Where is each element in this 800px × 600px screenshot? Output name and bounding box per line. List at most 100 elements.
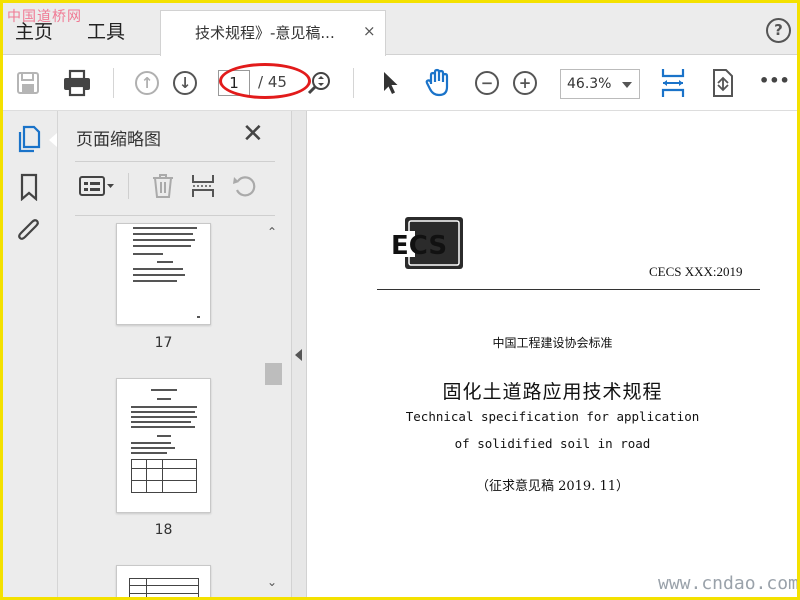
thumbnail-text-line bbox=[131, 452, 167, 454]
header-rule bbox=[377, 289, 760, 290]
zoom-in-button[interactable]: + bbox=[508, 66, 542, 100]
arrow-up-icon: ↑ bbox=[135, 71, 159, 95]
thumbnail-table bbox=[131, 459, 197, 493]
zoom-page-button[interactable] bbox=[303, 66, 337, 100]
toolbar: ↑ ↓ 1 / 45 − + 46.3% ••• bbox=[3, 56, 797, 111]
rotate-page-icon bbox=[713, 69, 733, 97]
svg-text:ECS: ECS bbox=[391, 231, 447, 261]
chevron-left-icon bbox=[295, 349, 302, 361]
thumbnail-text-line bbox=[131, 447, 175, 449]
toolbar-separator bbox=[113, 68, 114, 98]
rotate-icon bbox=[233, 176, 256, 197]
document-page: ECS CECS XXX:2019 中国工程建设协会标准 固化土道路应用技术规程… bbox=[308, 111, 797, 597]
thumbnail-page[interactable] bbox=[116, 378, 211, 513]
zoom-page-icon bbox=[307, 72, 330, 95]
toolbar-separator bbox=[353, 68, 354, 98]
thumbnail-text-line bbox=[131, 406, 197, 408]
tab-bar: 中国道桥网 主页 工具 技术规程》-意见稿... × ? bbox=[3, 3, 797, 56]
tab-close-button[interactable]: × bbox=[363, 22, 376, 40]
thumbnail-table bbox=[129, 578, 199, 597]
zoom-out-icon: − bbox=[475, 71, 499, 95]
panel-divider bbox=[75, 215, 275, 216]
bookmarks-button[interactable] bbox=[15, 173, 43, 201]
delete-page-button[interactable] bbox=[148, 171, 178, 201]
thumbnail-text-line bbox=[133, 280, 177, 282]
thumbnail-text-line bbox=[157, 435, 171, 437]
highlight-annotation bbox=[219, 63, 311, 99]
scroll-down-icon[interactable]: ⌄ bbox=[267, 575, 277, 589]
thumbnail-text-line bbox=[133, 227, 197, 229]
panel-divider bbox=[75, 161, 275, 162]
thumbnail-table-line bbox=[130, 593, 198, 594]
thumbnail-text-line bbox=[133, 253, 163, 255]
thumbnail-options-button[interactable] bbox=[76, 171, 118, 201]
previous-page-button[interactable]: ↑ bbox=[130, 66, 164, 100]
fit-width-button[interactable] bbox=[656, 66, 690, 100]
panel-collapse-handle[interactable] bbox=[291, 111, 307, 597]
hand-tool-button[interactable] bbox=[421, 66, 455, 100]
arrow-down-icon: ↓ bbox=[173, 71, 197, 95]
thumbnail-text-line bbox=[131, 411, 195, 413]
fit-width-icon bbox=[661, 69, 685, 97]
thumbnail-table-line bbox=[146, 579, 147, 597]
zoom-in-icon: + bbox=[513, 71, 537, 95]
bookmark-icon bbox=[20, 173, 38, 201]
menu-home[interactable]: 主页 bbox=[15, 17, 53, 44]
pages-icon bbox=[18, 125, 41, 153]
insert-page-button[interactable] bbox=[188, 171, 218, 201]
toolbar-separator bbox=[128, 173, 129, 199]
thumbnail-text-line bbox=[133, 239, 195, 241]
thumbnails-scrollbar[interactable]: ⌃ ⌄ bbox=[264, 223, 283, 597]
scroll-up-icon[interactable]: ⌃ bbox=[267, 225, 277, 239]
zoom-select[interactable]: 46.3% bbox=[560, 69, 640, 99]
thumbnail-text-line bbox=[151, 389, 177, 391]
thumbnail-table-line bbox=[146, 460, 147, 492]
help-button[interactable]: ? bbox=[766, 18, 791, 43]
watermark-bottom: www.cndao.com bbox=[658, 573, 799, 594]
ecs-logo: ECS bbox=[391, 217, 463, 269]
thumbnail-page-label: 17 bbox=[154, 335, 173, 351]
thumbnail-table-line bbox=[130, 585, 198, 586]
thumbnail-text-line bbox=[157, 261, 173, 263]
more-tools-button[interactable]: ••• bbox=[759, 71, 790, 90]
thumbnail-text-line bbox=[131, 416, 197, 418]
thumbnail-text-line bbox=[133, 245, 191, 247]
next-page-button[interactable]: ↓ bbox=[168, 66, 202, 100]
navigation-rail bbox=[3, 111, 58, 597]
insert-page-icon bbox=[192, 175, 214, 197]
app-window: 中国道桥网 主页 工具 技术规程》-意见稿... × ? ↑ ↓ 1 / 45 bbox=[0, 0, 800, 600]
scrollbar-thumb[interactable] bbox=[265, 363, 282, 385]
thumbnail-text-line bbox=[133, 233, 193, 235]
document-title-cn: 固化土道路应用技术规程 bbox=[442, 381, 663, 403]
thumbnail-text-line bbox=[133, 268, 183, 270]
menu-tools[interactable]: 工具 bbox=[87, 17, 125, 44]
rotate-view-button[interactable] bbox=[706, 66, 740, 100]
thumbnail-table-line bbox=[132, 468, 196, 469]
thumbnail-text-line bbox=[133, 274, 185, 276]
thumbnail-text-line bbox=[131, 421, 191, 423]
thumbnail-text-line bbox=[157, 398, 171, 400]
thumbnail-table-line bbox=[132, 480, 196, 481]
attachments-button[interactable] bbox=[15, 217, 43, 245]
tab-document[interactable]: 技术规程》-意见稿... × bbox=[160, 10, 386, 56]
thumbnails-panel: 页面缩略图 ✕ 17 18 ⌃ ⌄ bbox=[58, 111, 291, 597]
rotate-page-button[interactable] bbox=[230, 171, 260, 201]
attachment-icon bbox=[18, 219, 39, 240]
thumbnail-page-label: 18 bbox=[154, 522, 173, 538]
thumbnail-page[interactable] bbox=[116, 565, 211, 597]
select-tool-button[interactable] bbox=[373, 66, 407, 100]
print-button[interactable] bbox=[60, 66, 94, 100]
thumbnail-text-line bbox=[131, 442, 171, 444]
panel-close-button[interactable]: ✕ bbox=[242, 119, 264, 149]
page-thumbnails-button[interactable] bbox=[15, 125, 43, 153]
standard-type: 中国工程建设协会标准 bbox=[492, 336, 613, 350]
hand-icon bbox=[425, 68, 449, 97]
panel-title: 页面缩略图 bbox=[76, 130, 161, 150]
zoom-value: 46.3% bbox=[567, 76, 612, 92]
save-button[interactable] bbox=[11, 66, 45, 100]
save-icon bbox=[17, 72, 39, 94]
chevron-down-icon bbox=[622, 82, 632, 88]
standard-code: CECS XXX:2019 bbox=[649, 264, 743, 279]
zoom-out-button[interactable]: − bbox=[470, 66, 504, 100]
thumbnail-page[interactable] bbox=[116, 223, 211, 325]
